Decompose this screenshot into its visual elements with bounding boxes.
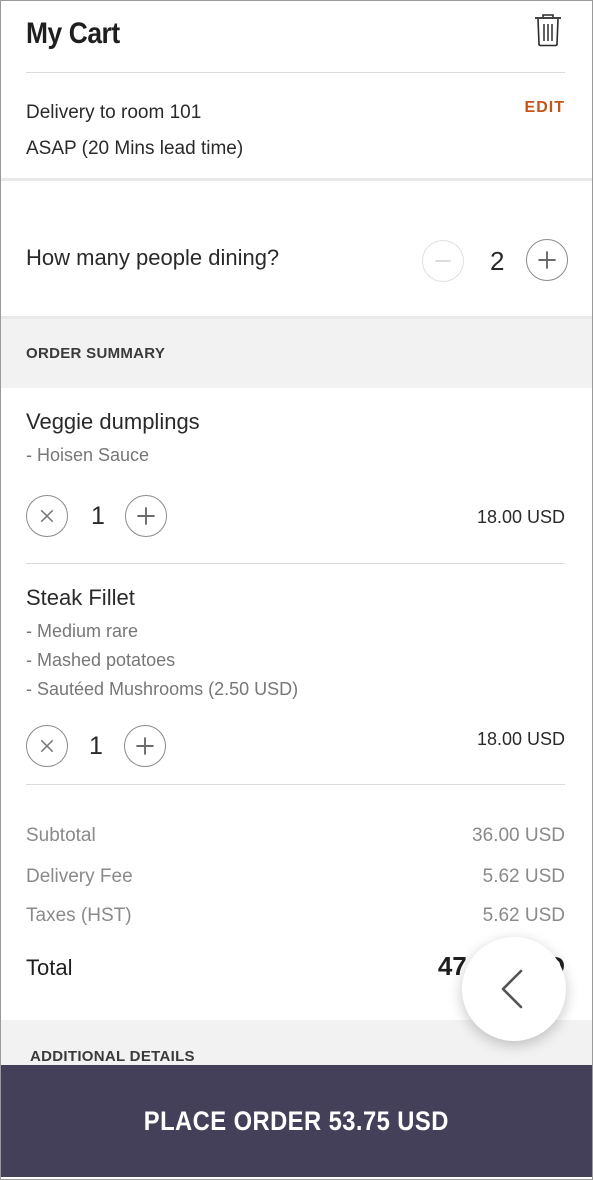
dining-stepper: 2 [422, 239, 572, 283]
remove-item-icon[interactable] [26, 725, 68, 767]
item-price: 18.00 USD [476, 729, 565, 749]
header: My Cart [26, 1, 565, 73]
delivery-fee-value: 5.62 USD [482, 866, 565, 887]
item-option: - Hoisen Sauce [26, 445, 150, 465]
place-order-label: PLACE ORDER 53.75 USD [143, 1105, 450, 1136]
plus-icon[interactable] [526, 239, 568, 281]
order-summary-heading: ORDER SUMMARY [1, 319, 592, 388]
divider [26, 563, 565, 564]
item-quantity-row: 1 18.00 USD [26, 495, 565, 539]
chevron-left-icon [501, 969, 523, 1009]
divider [26, 784, 565, 785]
cart-screen: My Cart Delivery to room 101 ASAP (20 Mi… [0, 0, 593, 1180]
item-option: - Medium rare [26, 621, 139, 641]
delivery-fee-label: Delivery Fee [26, 866, 133, 887]
cart-item: Steak Fillet - Medium rare - Mashed pota… [26, 585, 565, 704]
subtotal-label: Subtotal [26, 825, 96, 846]
plus-icon[interactable] [125, 495, 167, 537]
page-title: My Cart [26, 17, 120, 50]
item-name: Steak Fillet [26, 585, 135, 610]
plus-icon[interactable] [124, 725, 166, 767]
taxes-value: 5.62 USD [482, 905, 565, 926]
dining-count-row: How many people dining? 2 [26, 239, 572, 283]
subtotal-value: 36.00 USD [472, 825, 565, 846]
delivery-info: Delivery to room 101 ASAP (20 Mins lead … [26, 95, 565, 165]
delivery-time: ASAP (20 Mins lead time) [26, 138, 244, 159]
dining-question: How many people dining? [26, 245, 280, 270]
item-quantity-row: 1 18.00 USD [26, 725, 565, 769]
item-quantity: 1 [89, 732, 103, 760]
delivery-location: Delivery to room 101 [26, 102, 202, 123]
divider [1, 178, 592, 181]
taxes-label: Taxes (HST) [26, 905, 132, 926]
item-price: 18.00 USD [476, 507, 565, 527]
remove-item-icon[interactable] [26, 495, 68, 537]
delivery-fee-row: Delivery Fee 5.62 USD [26, 866, 565, 888]
back-button[interactable] [462, 937, 566, 1041]
item-option: - Mashed potatoes [26, 650, 176, 670]
dining-count: 2 [490, 246, 505, 276]
subtotal-row: Subtotal 36.00 USD [26, 825, 565, 847]
minus-icon[interactable] [422, 240, 464, 282]
additional-details-label: ADDITIONAL DETAILS [30, 1048, 195, 1065]
total-label: Total [26, 955, 73, 980]
item-option: - Sautéed Mushrooms (2.50 USD) [26, 679, 299, 699]
order-summary-label: ORDER SUMMARY [26, 345, 166, 362]
trash-icon[interactable] [533, 13, 563, 47]
item-name: Veggie dumplings [26, 409, 200, 434]
place-order-button[interactable]: PLACE ORDER 53.75 USD [1, 1065, 592, 1177]
item-quantity: 1 [91, 502, 105, 530]
taxes-row: Taxes (HST) 5.62 USD [26, 905, 565, 927]
edit-delivery-button[interactable]: EDIT [525, 99, 565, 117]
cart-item: Veggie dumplings - Hoisen Sauce [26, 409, 565, 470]
